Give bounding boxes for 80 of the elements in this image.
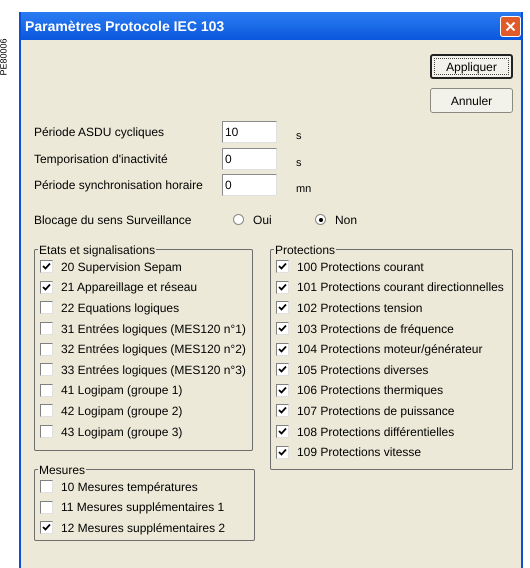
field-label: Temporisation d'inactivité [34,150,169,168]
radio-label: Oui [253,212,272,228]
checkbox-label: 41 Logipam (groupe 1) [61,382,182,400]
check-icon [278,406,287,416]
checkbox-label: 104 Protections moteur/générateur [297,341,482,358]
checkbox-label: 20 Supervision Sepam [61,258,182,276]
checkbox-label: 105 Protections diverses [297,362,428,379]
checkbox[interactable] [40,384,53,397]
checkbox-label: 106 Protections thermiques [297,382,444,400]
checkbox-label: 103 Protections de fréquence [297,320,454,338]
group-title: Mesures [38,462,86,476]
checkbox-label: 21 Appareillage et réseau [61,279,198,296]
unit-label: mn [296,182,312,197]
check-icon [278,262,287,272]
checkbox-label: 100 Protections courant [297,258,424,276]
check-icon [42,262,51,272]
checkbox-label: 101 Protections courant directionnelles [297,279,504,296]
check-icon [278,324,287,334]
check-icon [278,303,287,312]
checkbox[interactable] [276,342,289,356]
checkbox-label: 32 Entrées logiques (MES120 n°2) [61,341,246,358]
check-icon [278,282,287,292]
field-label: Période ASDU cycliques [34,124,166,142]
close-icon [505,20,516,32]
check-icon [278,448,287,457]
checkbox[interactable] [40,480,53,494]
input-field[interactable]: 10 [222,121,277,144]
checkbox[interactable] [276,384,289,397]
checkbox-label: 42 Logipam (groupe 2) [61,402,182,420]
checkbox[interactable] [276,322,289,336]
checkbox-label: 108 Protections différentielles [297,424,454,441]
checkbox-label: 109 Protections vitesse [297,444,422,462]
unit-label: s [296,156,302,170]
checkbox-label: 10 Mesures températures [61,478,198,496]
checkbox[interactable] [276,363,289,376]
checkbox-label: 33 Entrées logiques (MES120 n°3) [61,362,246,379]
checkbox[interactable] [40,404,53,418]
group-title: Protections [274,242,336,256]
unit-label: s [296,129,302,144]
checkbox[interactable] [276,301,289,314]
checkbox-label: 31 Entrées logiques (MES120 n°1) [61,320,246,338]
check-icon [42,523,51,532]
check-icon [278,427,287,436]
dialog-button[interactable]: Annuler [430,88,513,113]
checkbox[interactable] [40,260,53,274]
checkbox[interactable] [40,425,53,438]
checkbox-label: 102 Protections tension [297,300,422,317]
field-label: Période synchronisation horaire [34,177,204,194]
checkbox-label: 22 Equations logiques [61,300,180,317]
checkbox-label: 107 Protections de puissance [297,402,454,420]
checkbox[interactable] [276,446,289,459]
checkbox[interactable] [276,425,289,438]
input-field[interactable]: 0 [222,174,277,196]
close-button[interactable] [500,16,521,36]
checkbox[interactable] [40,301,53,314]
checkbox[interactable] [276,260,289,274]
checkbox[interactable] [40,342,53,356]
group-title: Etats et signalisations [38,242,156,256]
check-icon [278,365,287,374]
radio-label: Non [335,212,358,228]
check-icon [42,282,51,292]
radio-group-label: Blocage du sens Surveillance [34,212,192,228]
check-icon [278,386,287,395]
radio-button[interactable] [315,214,326,225]
checkbox[interactable] [40,322,53,336]
dialog-button[interactable]: Appliquer [430,54,513,79]
checkbox-label: 12 Mesures supplémentaires 2 [61,520,226,537]
window-title: Paramètres Protocole IEC 103 [25,16,224,36]
checkbox-label: 43 Logipam (groupe 3) [61,424,182,441]
checkbox[interactable] [40,521,53,534]
figure-code: PE80006 [0,38,9,76]
checkbox[interactable] [40,280,53,294]
checkbox[interactable] [40,363,53,376]
check-icon [278,344,287,354]
checkbox[interactable] [40,500,53,514]
checkbox[interactable] [276,280,289,294]
radio-button[interactable] [233,214,244,225]
input-field[interactable]: 0 [222,148,277,170]
checkbox[interactable] [276,404,289,418]
checkbox-label: 11 Mesures supplémentaires 1 [61,499,224,516]
